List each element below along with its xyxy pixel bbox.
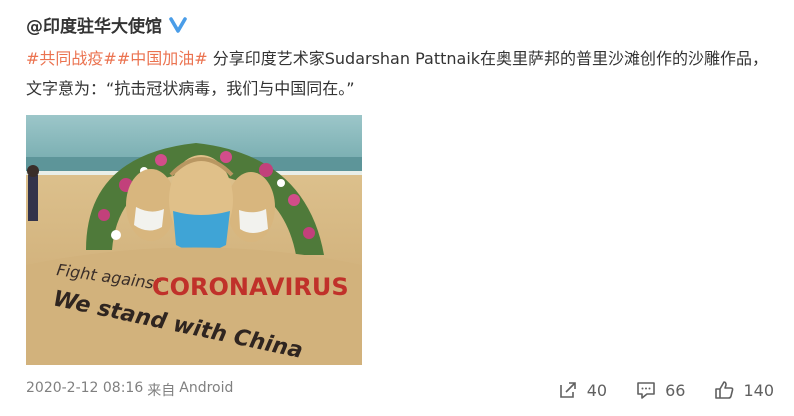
verified-badge-icon — [168, 15, 188, 35]
repost-count: 40 — [586, 380, 608, 400]
share-icon — [559, 382, 576, 398]
comment-count: 66 — [665, 380, 686, 400]
thumbs-up-icon — [715, 381, 734, 399]
post-image-sand-sculpture[interactable]: Fight against CORONAVIRUS We stand with … — [26, 115, 362, 365]
author-name[interactable]: @印度驻华大使馆 — [26, 12, 162, 37]
post-text: #共同战疫##中国加油# 分享印度艺术家Sudarshan Pattnaik在奥… — [26, 44, 774, 104]
post-author: @印度驻华大使馆 — [26, 12, 188, 37]
hashtag-fight-epidemic[interactable]: #共同战疫# — [26, 49, 117, 68]
post-footer: 2020-2-12 08:16 来自 Android 40 66 140 — [26, 376, 774, 404]
like-count: 140 — [743, 380, 774, 400]
like-button[interactable]: 140 — [713, 379, 774, 401]
sculpture-text-coronavirus: CORONAVIRUS — [152, 273, 349, 301]
post-actions: 40 66 140 — [557, 379, 774, 401]
post-timestamp[interactable]: 2020-2-12 08:16 — [26, 380, 143, 400]
comment-button[interactable]: 66 — [635, 379, 685, 401]
source-prefix: 来自 — [147, 383, 176, 399]
weibo-post-card: @印度驻华大使馆 #共同战疫##中国加油# 分享印度艺术家Sudarshan P… — [0, 0, 794, 416]
hashtag-go-china[interactable]: #中国加油# — [117, 49, 208, 68]
post-meta: 2020-2-12 08:16 来自 Android — [26, 380, 233, 400]
comment-icon — [637, 382, 655, 399]
post-source[interactable]: Android — [179, 380, 233, 400]
repost-button[interactable]: 40 — [557, 379, 607, 401]
